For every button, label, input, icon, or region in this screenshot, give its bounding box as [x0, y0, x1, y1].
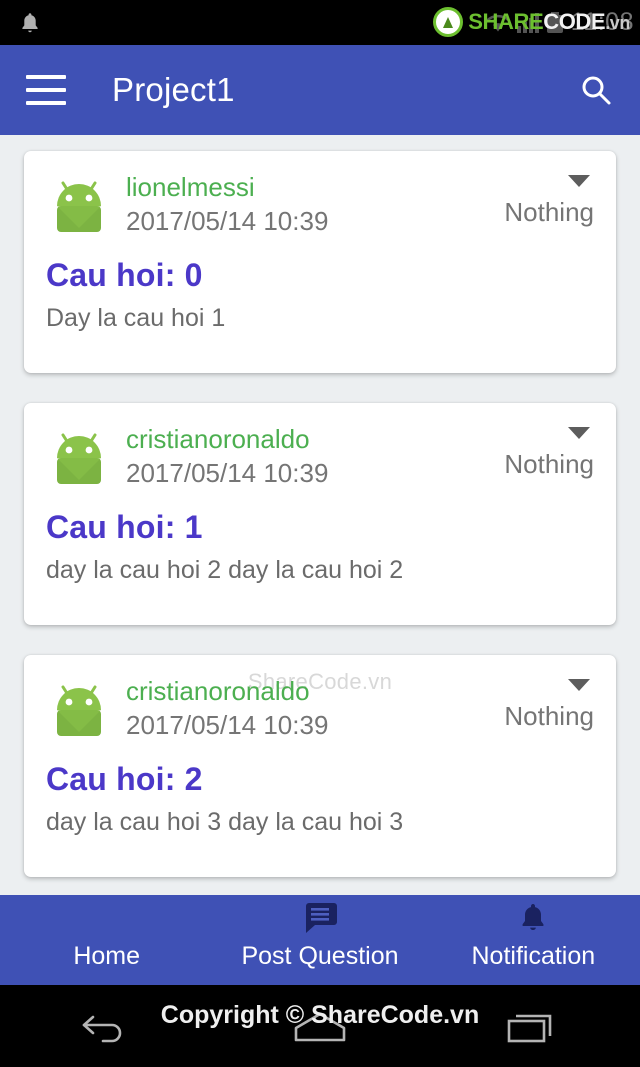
search-icon[interactable] — [574, 68, 618, 112]
post-timestamp: 2017/05/14 10:39 — [126, 205, 329, 236]
post-timestamp: 2017/05/14 10:39 — [126, 457, 329, 488]
author-username[interactable]: cristianoronaldo — [126, 676, 328, 707]
question-title: Cau hoi: 0 — [46, 257, 203, 293]
watermark-code-text: CODE — [543, 9, 606, 34]
bell-icon — [18, 10, 42, 36]
card-header: cristianoronaldo 2017/05/14 10:39 Nothin… — [46, 423, 594, 491]
question-feed-list[interactable]: lionelmessi 2017/05/14 10:39 Nothing Cau… — [0, 135, 640, 985]
system-navigation-bar: Copyright © ShareCode.vn — [0, 985, 640, 1067]
card-status-block: Nothing — [504, 675, 594, 732]
question-card[interactable]: ShareCode.vn cristianoronaldo 2017/05/14… — [24, 655, 616, 877]
sharecode-watermark-logo: SHARECODE.vn — [433, 7, 630, 37]
nav-label-home: Home — [73, 942, 140, 970]
card-author-block: lionelmessi 2017/05/14 10:39 — [126, 171, 328, 237]
card-header: cristianoronaldo 2017/05/14 10:39 Nothin… — [46, 675, 594, 743]
nav-label-post-question: Post Question — [241, 942, 399, 970]
message-bubble-icon — [302, 900, 338, 936]
question-card[interactable]: lionelmessi 2017/05/14 10:39 Nothing Cau… — [24, 151, 616, 373]
android-robot-avatar — [46, 425, 112, 491]
question-body: day la cau hoi 2 day la cau hoi 2 — [46, 556, 404, 584]
question-body: Day la cau hoi 1 — [46, 304, 226, 332]
card-author-block: cristianoronaldo 2017/05/14 10:39 — [126, 423, 328, 489]
home-button-icon[interactable] — [285, 1001, 355, 1051]
nav-item-home[interactable]: Home — [0, 895, 213, 985]
android-robot-avatar — [46, 677, 112, 743]
app-bar: Project1 — [0, 45, 640, 135]
card-status-block: Nothing — [504, 423, 594, 480]
status-badge[interactable]: Nothing — [504, 701, 594, 732]
bottom-navigation-bar: Home Post Question Notification — [0, 895, 640, 985]
status-badge[interactable]: Nothing — [504, 197, 594, 228]
page-title: Project1 — [112, 71, 235, 108]
author-username[interactable]: cristianoronaldo — [126, 424, 328, 455]
nav-label-notification: Notification — [471, 942, 596, 970]
chevron-down-icon[interactable] — [568, 175, 590, 187]
watermark-share-text: SHARE — [468, 9, 544, 34]
question-title: Cau hoi: 1 — [46, 509, 203, 545]
recent-apps-icon[interactable] — [498, 1001, 568, 1051]
sharecode-logo-icon — [433, 7, 464, 37]
author-username[interactable]: lionelmessi — [126, 172, 328, 203]
nav-item-post-question[interactable]: Post Question — [213, 895, 426, 985]
status-bar: 11:08 SHARECODE.vn — [0, 0, 640, 45]
question-card[interactable]: cristianoronaldo 2017/05/14 10:39 Nothin… — [24, 403, 616, 625]
card-header: lionelmessi 2017/05/14 10:39 Nothing — [46, 171, 594, 239]
status-badge[interactable]: Nothing — [504, 449, 594, 480]
watermark-vn-text: .vn — [605, 13, 630, 33]
post-timestamp: 2017/05/14 10:39 — [126, 709, 329, 740]
card-status-block: Nothing — [504, 171, 594, 228]
hamburger-menu-icon[interactable] — [26, 75, 66, 105]
chevron-down-icon[interactable] — [568, 679, 590, 691]
phone-screen: 11:08 SHARECODE.vn Project1 lionelmessi … — [0, 0, 640, 1067]
nav-item-notification[interactable]: Notification — [427, 895, 640, 985]
question-title: Cau hoi: 2 — [46, 761, 203, 797]
android-robot-avatar — [46, 173, 112, 239]
back-arrow-icon[interactable] — [72, 1001, 142, 1051]
card-author-block: cristianoronaldo 2017/05/14 10:39 — [126, 675, 328, 741]
bell-icon — [517, 900, 549, 936]
chevron-down-icon[interactable] — [568, 427, 590, 439]
question-body: day la cau hoi 3 day la cau hoi 3 — [46, 808, 404, 836]
